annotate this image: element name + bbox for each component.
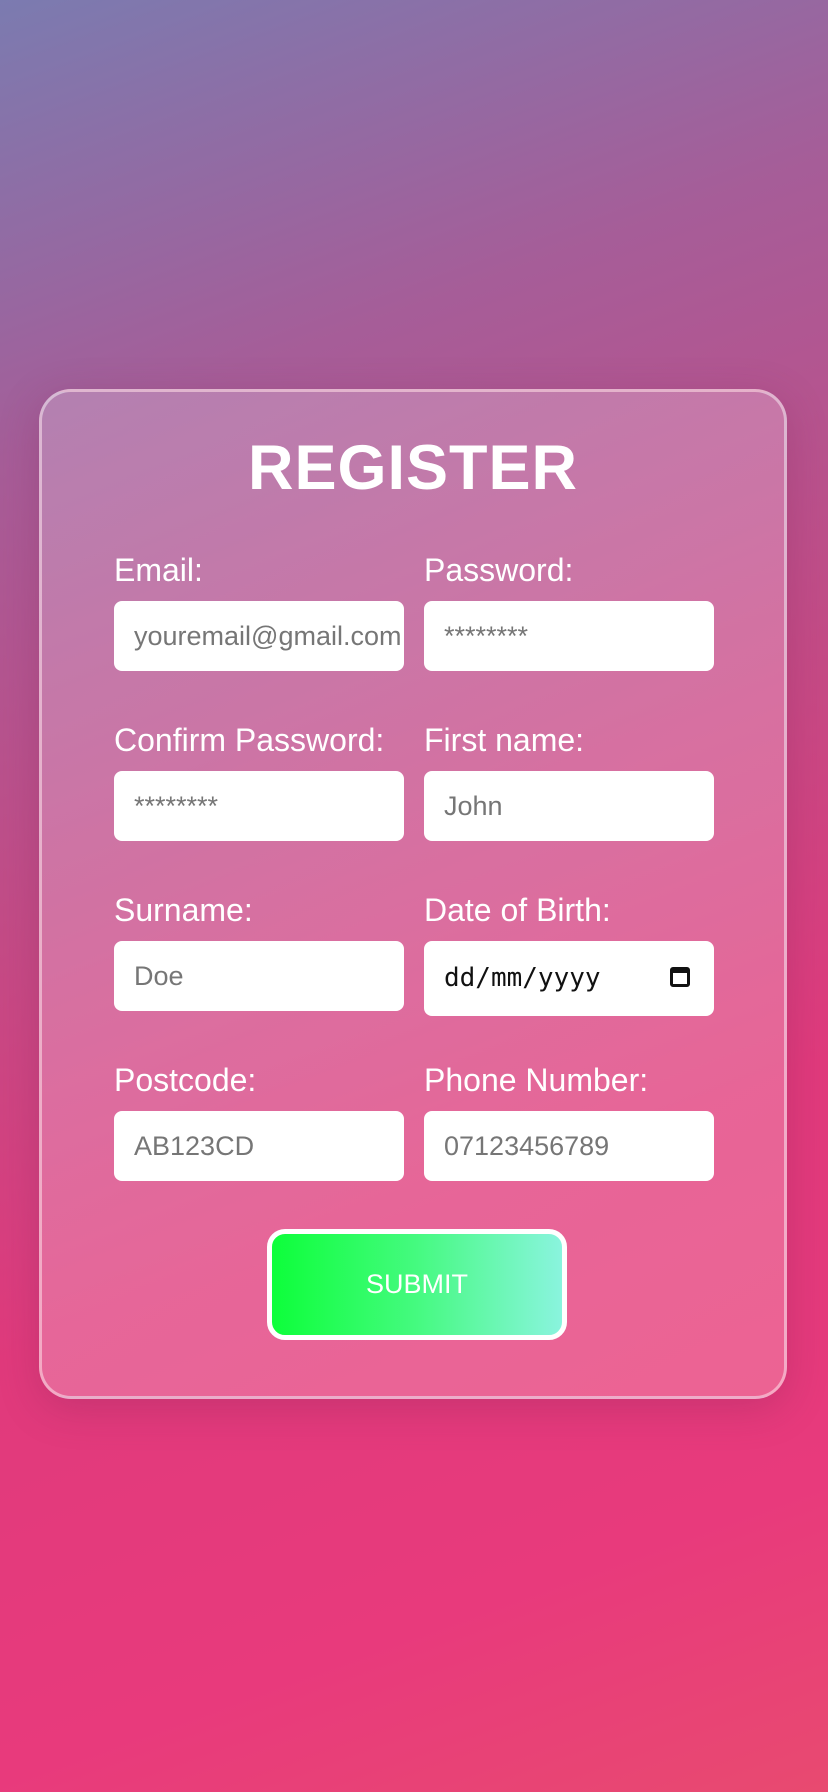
email-label: Email: — [114, 552, 203, 588]
register-card: REGISTER Email: youremail@gmail.com Pass… — [39, 389, 787, 1399]
dob-input[interactable]: dd/mm/yyyy — [424, 941, 714, 1016]
email-field-group: Email: youremail@gmail.com — [114, 550, 404, 671]
page-title: REGISTER — [247, 433, 579, 503]
phone-field-group: Phone Number: 07123456789 — [424, 1060, 714, 1181]
password-label: Password: — [424, 552, 574, 588]
first-name-label: First name: — [424, 722, 585, 758]
email-input[interactable]: youremail@gmail.com — [114, 601, 404, 671]
first-name-input[interactable]: John — [424, 771, 714, 841]
dob-label: Date of Birth: — [424, 892, 611, 928]
dob-value: dd/mm/yyyy — [444, 963, 601, 993]
postcode-label: Postcode: — [114, 1062, 257, 1098]
phone-label: Phone Number: — [424, 1062, 649, 1098]
confirm-password-input[interactable]: ******** — [114, 771, 404, 841]
password-input[interactable]: ******** — [424, 601, 714, 671]
confirm-password-field-group: Confirm Password: ******** — [114, 720, 404, 841]
surname-field-group: Surname: Doe — [114, 890, 404, 1011]
submit-label: SUBMIT — [365, 1269, 468, 1299]
password-field-group: Password: ******** — [424, 550, 714, 671]
postcode-input[interactable]: AB123CD — [114, 1111, 404, 1181]
confirm-password-label: Confirm Password: — [114, 722, 385, 758]
calendar-icon[interactable] — [670, 967, 690, 987]
submit-button[interactable]: SUBMIT — [267, 1229, 567, 1340]
postcode-field-group: Postcode: AB123CD — [114, 1060, 404, 1181]
surname-input[interactable]: Doe — [114, 941, 404, 1011]
surname-label: Surname: — [114, 892, 253, 928]
first-name-field-group: First name: John — [424, 720, 714, 841]
phone-input[interactable]: 07123456789 — [424, 1111, 714, 1181]
dob-field-group: Date of Birth: dd/mm/yyyy — [424, 890, 714, 1016]
